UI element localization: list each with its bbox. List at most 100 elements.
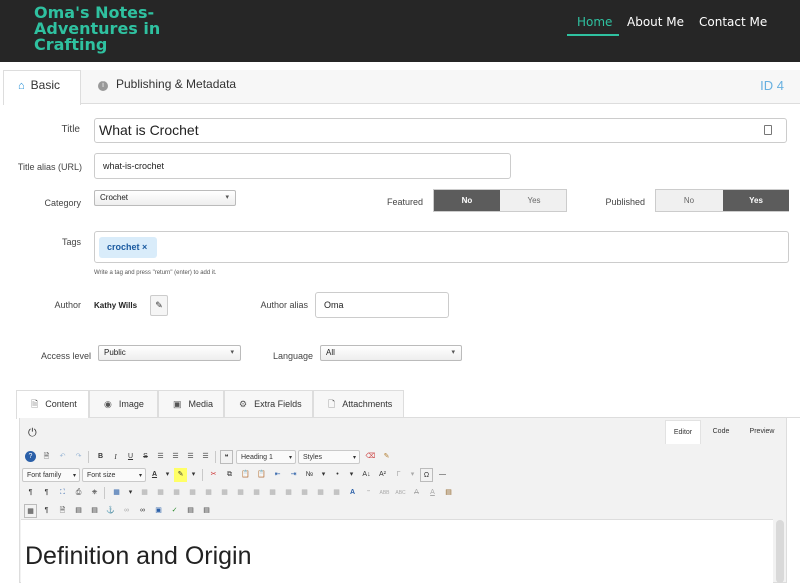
author-alias-input[interactable]: Oma	[315, 292, 449, 318]
fullscreen-icon[interactable]: ⛶	[56, 486, 69, 500]
superscript-icon[interactable]: A²	[376, 468, 389, 482]
chevron-down-icon[interactable]: ▾	[406, 468, 419, 482]
nav-home[interactable]: Home	[577, 15, 612, 29]
language-select[interactable]: All ▾	[320, 345, 462, 361]
template-icon[interactable]: 🗎	[56, 504, 69, 518]
delete-row-icon[interactable]: ▦	[234, 486, 247, 500]
clear-formatting-icon[interactable]: ✎	[380, 450, 393, 464]
print-icon[interactable]: ⎙	[72, 486, 85, 500]
horizontal-rule-icon[interactable]: —	[436, 468, 449, 482]
text-color-icon[interactable]: A	[148, 468, 161, 482]
site-brand[interactable]: Oma's Notes-Adventures in Crafting	[34, 5, 204, 53]
editor-mode-editor[interactable]: Editor	[665, 420, 701, 444]
omega-icon[interactable]: Ω	[420, 468, 433, 482]
redo-icon[interactable]: ↷	[72, 450, 85, 464]
published-yes-button[interactable]: Yes	[723, 190, 789, 211]
align-left-icon[interactable]: ☰	[154, 450, 167, 464]
align-center-icon[interactable]: ☰	[169, 450, 182, 464]
unlink-icon[interactable]: ∞	[120, 504, 133, 518]
outdent-icon[interactable]: ⇤	[271, 468, 284, 482]
font-size-select[interactable]: Font size ▾	[82, 468, 146, 482]
styles-select[interactable]: Styles ▾	[298, 450, 360, 464]
access-level-select[interactable]: Public ▾	[98, 345, 241, 361]
paste-text-icon[interactable]: 📋	[255, 468, 268, 482]
italic-icon[interactable]: I	[109, 450, 122, 464]
cite-icon[interactable]: “”	[362, 486, 375, 500]
non-break-icon[interactable]: ▤	[88, 504, 101, 518]
spellcheck-icon[interactable]: ✓	[168, 504, 181, 518]
row-props-icon[interactable]: ▦	[170, 486, 183, 500]
font-family-select[interactable]: Font family ▾	[22, 468, 80, 482]
abbr-icon[interactable]: ABB	[378, 486, 391, 500]
tab-attachments[interactable]: 🗋 Attachments	[313, 390, 404, 417]
chevron-down-icon[interactable]: ▾	[187, 468, 200, 482]
title-input[interactable]: What is Crochet	[94, 118, 787, 143]
edit-author-button[interactable]: ✎	[150, 295, 168, 316]
published-no-button[interactable]: No	[656, 190, 722, 211]
pilcrow-icon[interactable]: ¶	[40, 504, 53, 518]
tab-image[interactable]: ◉ Image	[89, 390, 158, 417]
cell-props-icon[interactable]: ▦	[186, 486, 199, 500]
tags-input[interactable]: crochet ×	[94, 231, 789, 263]
alias-input[interactable]: what-is-crochet	[94, 153, 511, 179]
blockquote-icon[interactable]: ❝	[220, 450, 233, 464]
align-right-icon[interactable]: ☰	[184, 450, 197, 464]
chevron-down-icon[interactable]: ▾	[124, 486, 137, 500]
underline-icon[interactable]: U	[124, 450, 137, 464]
delete-col-icon[interactable]: ▦	[282, 486, 295, 500]
help-icon[interactable]: ?	[24, 450, 37, 464]
table-icon[interactable]: ▦	[110, 486, 123, 500]
link-icon[interactable]: ∞	[136, 504, 149, 518]
format-select[interactable]: Heading 1 ▾	[236, 450, 296, 464]
code-sample-icon[interactable]: ▤	[200, 504, 213, 518]
editor-mode-code[interactable]: Code	[703, 420, 739, 444]
tab-media[interactable]: ▣ Media	[158, 390, 224, 417]
tag-chip[interactable]: crochet ×	[99, 237, 157, 258]
tab-publishing-metadata[interactable]: i Publishing & Metadata	[98, 70, 236, 104]
col-after-icon[interactable]: ▦	[266, 486, 279, 500]
cut-icon[interactable]: ✂	[207, 468, 220, 482]
visual-aid-icon[interactable]: ▦	[330, 486, 343, 500]
indent-icon[interactable]: ⇥	[287, 468, 300, 482]
font-size-decrease-icon[interactable]: A↓	[360, 468, 373, 482]
image-icon[interactable]: ▣	[152, 504, 165, 518]
grid-icon[interactable]: ▦	[24, 504, 37, 518]
editor-mode-preview[interactable]: Preview	[742, 420, 782, 444]
category-select[interactable]: Crochet ▾	[94, 190, 236, 206]
chevron-down-icon[interactable]: ▾	[345, 468, 358, 482]
nav-about-me[interactable]: About Me	[627, 15, 684, 29]
nav-contact-me[interactable]: Contact Me	[699, 15, 767, 29]
align-justify-icon[interactable]: ☰	[199, 450, 212, 464]
delete-table-icon[interactable]: ▦	[138, 486, 151, 500]
paste-icon[interactable]: 📋	[239, 468, 252, 482]
find-replace-icon[interactable]: ⎈	[88, 486, 101, 500]
bullet-list-icon[interactable]: •	[331, 468, 344, 482]
chevron-down-icon[interactable]: ▾	[161, 468, 174, 482]
new-document-icon[interactable]: 🗎	[40, 450, 53, 464]
merge-cells-icon[interactable]: ▦	[314, 486, 327, 500]
row-after-icon[interactable]: ▦	[218, 486, 231, 500]
rtl-icon[interactable]: ¶	[40, 486, 53, 500]
ltr-icon[interactable]: ¶	[24, 486, 37, 500]
featured-no-button[interactable]: No	[434, 190, 500, 211]
tab-content[interactable]: 🗎 Content	[16, 390, 89, 419]
undo-icon[interactable]: ↶	[56, 450, 69, 464]
copy-icon[interactable]: ⧉	[223, 468, 236, 482]
ins-icon[interactable]: A	[426, 486, 439, 500]
acronym-icon[interactable]: ABC	[394, 486, 407, 500]
del-icon[interactable]: A	[410, 486, 423, 500]
power-icon[interactable]: ⏻	[28, 427, 37, 440]
tab-basic[interactable]: ⌂ Basic	[3, 70, 81, 105]
attributes-icon[interactable]: ▤	[442, 486, 455, 500]
anchor-icon[interactable]: ⚓	[104, 504, 117, 518]
chevron-down-icon[interactable]: ▾	[317, 468, 330, 482]
eraser-icon[interactable]: ⌫	[364, 450, 377, 464]
style-props-icon[interactable]: A	[346, 486, 359, 500]
highlight-icon[interactable]: ✎	[174, 468, 187, 482]
strikethrough-icon[interactable]: S	[139, 450, 152, 464]
editor-content-area[interactable]: Definition and Origin	[21, 519, 773, 583]
media-icon[interactable]: ▤	[184, 504, 197, 518]
table-props-icon[interactable]: ▦	[154, 486, 167, 500]
split-cells-icon[interactable]: ▦	[298, 486, 311, 500]
bold-icon[interactable]: B	[94, 450, 107, 464]
